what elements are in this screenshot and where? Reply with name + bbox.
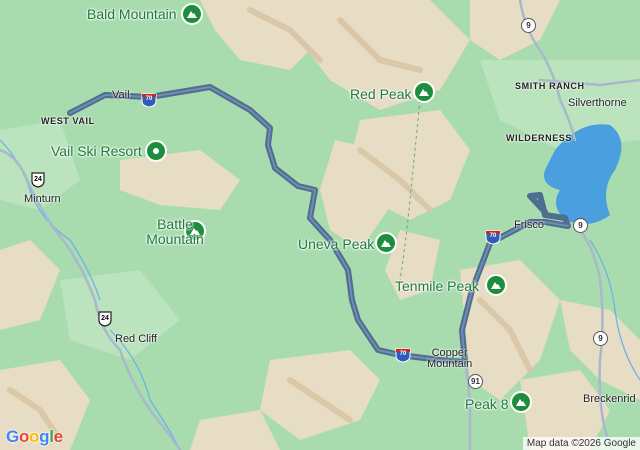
ski-resort-icon[interactable]	[145, 140, 167, 162]
route-9-number: 9	[526, 21, 531, 30]
state-route-91-shield-icon: 91	[468, 374, 483, 389]
resort-label-vail[interactable]: Vail Ski Resort	[51, 143, 142, 159]
mountain-icon[interactable]	[413, 81, 435, 103]
state-route-9-shield-icon: 9	[593, 331, 608, 346]
town-label-wilderness[interactable]: WILDERNESS	[506, 133, 572, 143]
logo-letter: e	[53, 427, 63, 446]
state-route-9-shield-icon: 9	[573, 218, 588, 233]
town-label-breckenridge[interactable]: Breckenrid	[583, 393, 636, 405]
logo-letter: g	[39, 427, 50, 446]
us-24-number: 24	[101, 315, 109, 322]
peak-label-battle-mountain[interactable]: Battle Mountain	[145, 217, 205, 247]
google-logo: Google	[6, 427, 63, 447]
peak-label-bald-mountain[interactable]: Bald Mountain	[87, 6, 177, 22]
map-terrain	[0, 0, 640, 450]
interstate-70-shield-icon: 70	[141, 92, 157, 108]
logo-letter: G	[6, 427, 19, 446]
town-label-smith-ranch[interactable]: SMITH RANCH	[515, 81, 585, 91]
town-label-silverthorne[interactable]: Silverthorne	[568, 97, 627, 109]
interstate-70-number: 70	[399, 351, 407, 357]
battle-mountain-text: Battle Mountain	[146, 216, 204, 247]
town-label-west-vail[interactable]: WEST VAIL	[41, 116, 95, 126]
interstate-70-number: 70	[145, 96, 153, 102]
logo-letter: o	[18, 427, 30, 446]
route-91-number: 91	[471, 377, 480, 386]
us-24-shield-icon: 24	[30, 172, 46, 188]
peak-label-uneva-peak[interactable]: Uneva Peak	[298, 236, 374, 252]
map-attribution[interactable]: Map data ©2026 Google	[522, 437, 640, 450]
peak-label-red-peak[interactable]: Red Peak	[350, 86, 411, 102]
map-canvas[interactable]: Bald Mountain Red Peak Battle Mountain U…	[0, 0, 640, 450]
us-24-number: 24	[34, 176, 42, 183]
mountain-icon[interactable]	[375, 232, 397, 254]
mountain-icon[interactable]	[510, 391, 532, 413]
town-label-copper-mountain[interactable]: Copper Mountain	[427, 348, 472, 370]
state-route-9-shield-icon: 9	[521, 18, 536, 33]
logo-letter: o	[29, 427, 40, 446]
mountain-icon[interactable]	[181, 3, 203, 25]
us-24-shield-icon: 24	[97, 311, 113, 327]
interstate-70-shield-icon: 70	[485, 229, 501, 245]
peak-label-tenmile-peak[interactable]: Tenmile Peak	[395, 278, 479, 294]
mountain-icon[interactable]	[485, 274, 507, 296]
town-label-minturn[interactable]: Minturn	[24, 193, 61, 205]
town-label-red-cliff[interactable]: Red Cliff	[115, 333, 157, 345]
interstate-70-number: 70	[489, 233, 497, 239]
peak-label-peak-8[interactable]: Peak 8	[465, 396, 509, 412]
town-label-vail[interactable]: Vail	[112, 89, 130, 101]
interstate-70-shield-icon: 70	[395, 347, 411, 363]
route-9-number: 9	[598, 334, 603, 343]
town-label-frisco[interactable]: Frisco	[514, 219, 544, 231]
route-9-number: 9	[578, 221, 583, 230]
